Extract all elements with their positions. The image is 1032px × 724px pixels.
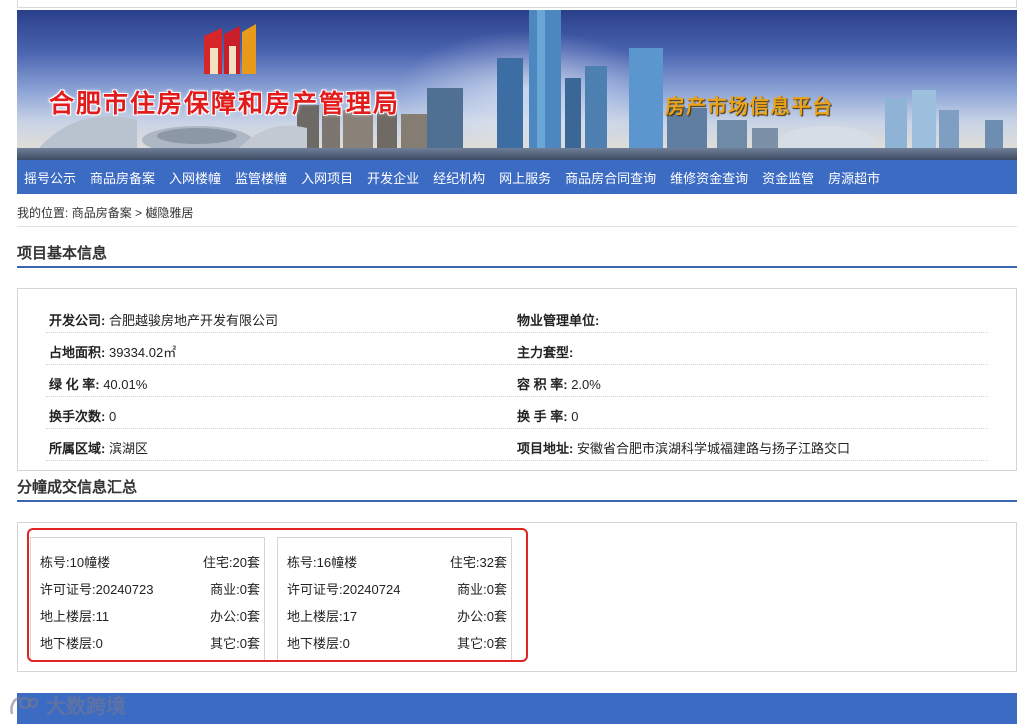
info-row: 开发公司: 合肥越骏房地产开发有限公司 物业管理单位: — [46, 301, 988, 333]
highlight-annotation — [27, 528, 528, 662]
nav-fund-supervision[interactable]: 资金监管 — [759, 168, 817, 187]
turnover-count-value: 0 — [108, 409, 117, 424]
plot-ratio-label: 容 积 率: — [517, 377, 568, 392]
divider — [17, 226, 1017, 227]
turnover-count-label: 换手次数: — [49, 409, 106, 424]
breadcrumb-link-filing[interactable]: 商品房备案 — [72, 206, 132, 220]
nav-online-service[interactable]: 网上服务 — [496, 168, 554, 187]
project-address-label: 项目地址: — [517, 441, 574, 456]
nav-networked-projects[interactable]: 入网项目 — [298, 168, 356, 187]
green-rate-label: 绿 化 率: — [49, 377, 100, 392]
info-row: 换手次数: 0 换 手 率: 0 — [46, 397, 988, 429]
nav-networked-buildings[interactable]: 入网楼幢 — [166, 168, 224, 187]
main-nav: 摇号公示 商品房备案 入网楼幢 监管楼幢 入网项目 开发企业 经纪机构 网上服务… — [17, 160, 1017, 194]
platform-subtitle: 房产市场信息平台 — [665, 94, 833, 118]
breadcrumb-separator: > — [135, 206, 143, 220]
breadcrumb: 我的位置: 商品房备案 > 樾隐雅居 — [17, 204, 193, 221]
nav-housing-market[interactable]: 房源超市 — [825, 168, 883, 187]
section-title-project-info: 项目基本信息 — [17, 245, 108, 262]
plot-ratio-value: 2.0% — [571, 377, 601, 392]
project-address-value: 安徽省合肥市滨湖科学城福建路与扬子江路交口 — [576, 441, 850, 456]
nav-contract-query[interactable]: 商品房合同查询 — [562, 168, 659, 187]
info-row: 占地面积: 39334.02㎡ 主力套型: — [46, 333, 988, 365]
bureau-title: 合肥市住房保障和房产管理局 — [49, 89, 401, 118]
turnover-rate-label: 换 手 率: — [517, 409, 568, 424]
nav-maintenance-fund[interactable]: 维修资金查询 — [667, 168, 751, 187]
developer-value: 合肥越骏房地产开发有限公司 — [108, 313, 278, 328]
watermark-text: 大数跨境 — [46, 696, 126, 718]
nav-agencies[interactable]: 经纪机构 — [430, 168, 488, 187]
district-label: 所属区域: — [49, 441, 106, 456]
section-rule — [17, 500, 1017, 502]
info-row: 所属区域: 滨湖区 项目地址: 安徽省合肥市滨湖科学城福建路与扬子江路交口 — [46, 429, 988, 461]
info-row: 绿 化 率: 40.01% 容 积 率: 2.0% — [46, 365, 988, 397]
developer-label: 开发公司: — [49, 313, 106, 328]
district-value: 滨湖区 — [108, 441, 148, 456]
section-rule — [17, 266, 1017, 268]
land-area-value: 39334.02㎡ — [108, 345, 177, 360]
turnover-rate-value: 0 — [571, 409, 579, 424]
project-info-panel: 开发公司: 合肥越骏房地产开发有限公司 物业管理单位: 占地面积: 39334.… — [17, 288, 1017, 471]
nav-lottery[interactable]: 摇号公示 — [21, 168, 79, 187]
green-rate-value: 40.01% — [103, 377, 148, 392]
section-title-building-summary: 分幢成交信息汇总 — [17, 479, 138, 496]
nav-developers[interactable]: 开发企业 — [364, 168, 422, 187]
nav-supervised-buildings[interactable]: 监管楼幢 — [232, 168, 290, 187]
land-area-label: 占地面积: — [49, 345, 106, 360]
property-manager-label: 物业管理单位: — [517, 313, 600, 328]
watermark: 大数跨境 — [8, 690, 126, 719]
main-unit-type-label: 主力套型: — [517, 345, 574, 360]
top-frame — [17, 0, 1017, 8]
footer-bar — [17, 693, 1017, 724]
breadcrumb-current: 樾隐雅居 — [145, 206, 194, 220]
header-banner: 合肥市住房保障和房产管理局 房产市场信息平台 — [17, 10, 1017, 160]
watermark-logo-icon — [10, 696, 38, 714]
bureau-logo-icon — [204, 24, 256, 74]
nav-commercial-filing[interactable]: 商品房备案 — [87, 168, 158, 187]
breadcrumb-prefix: 我的位置: — [17, 206, 69, 220]
